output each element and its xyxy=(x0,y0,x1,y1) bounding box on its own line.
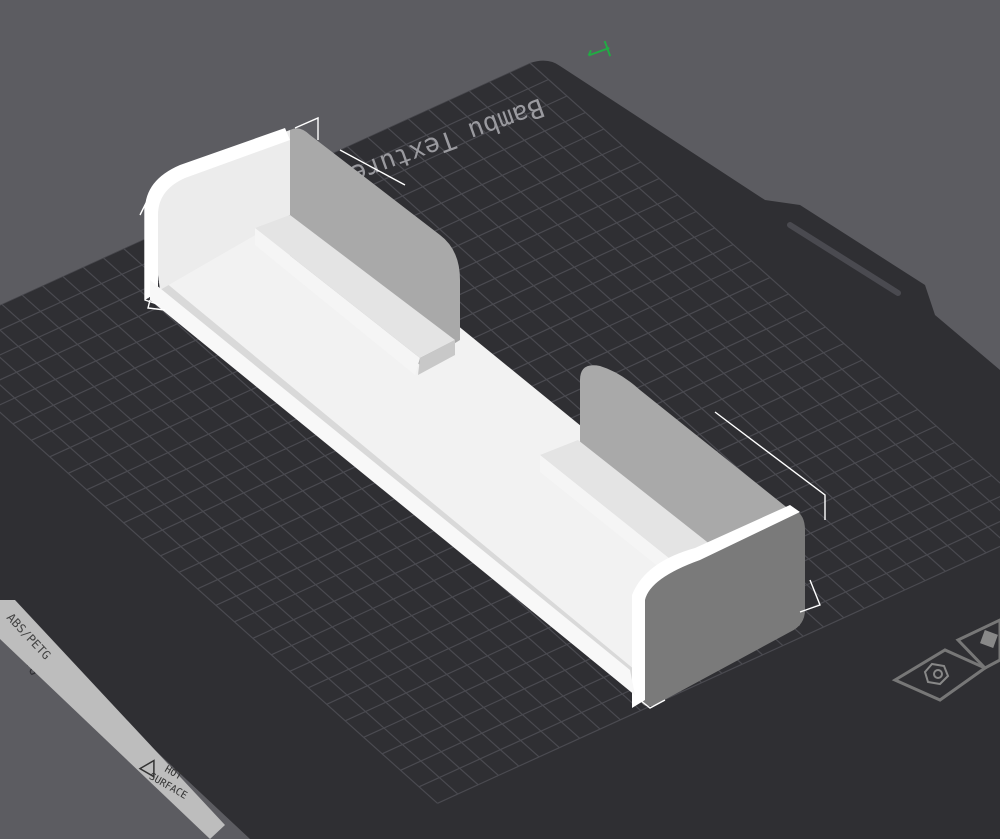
axis-origin-icon xyxy=(587,40,612,57)
3d-viewport[interactable]: Bambu Texture ABS/PETG ABS/PETG HOT SURF… xyxy=(0,0,1000,839)
